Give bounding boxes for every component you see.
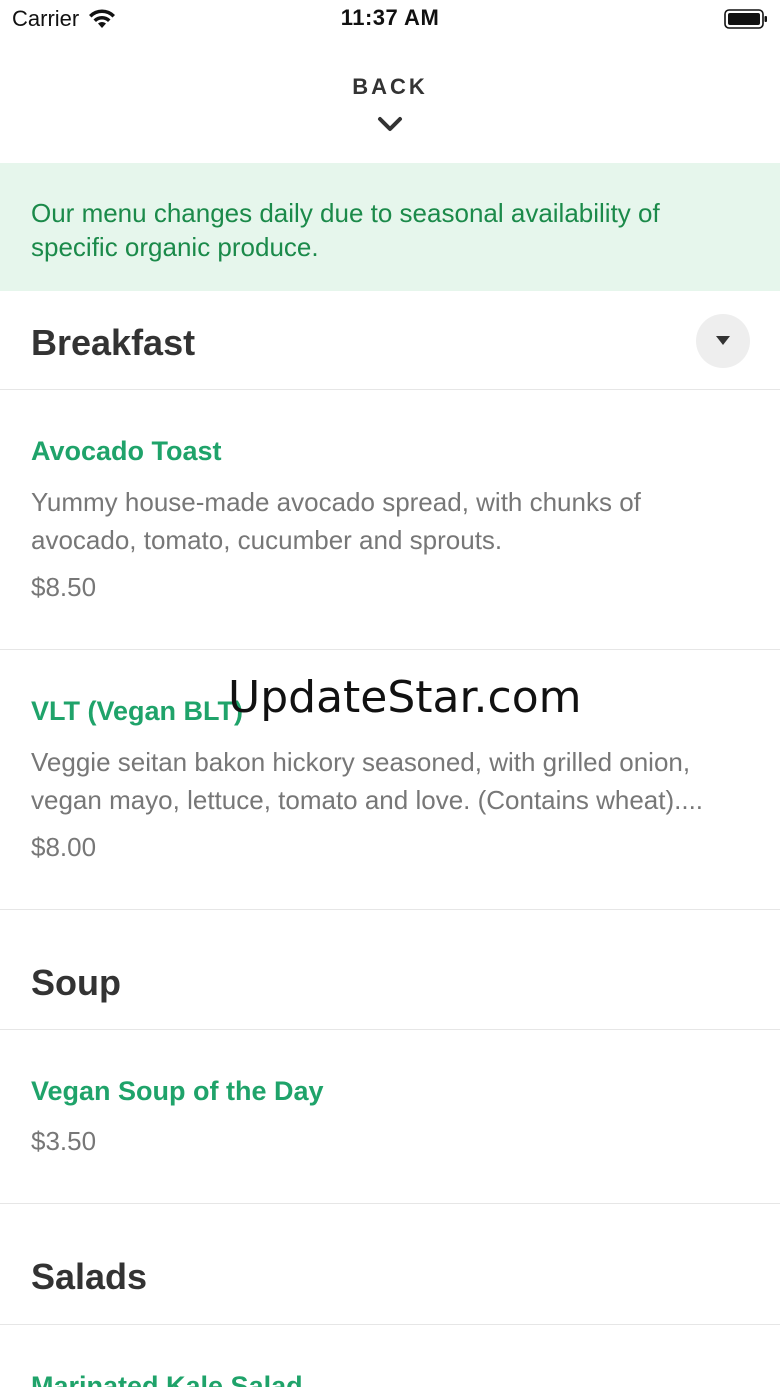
notice-text: Our menu changes daily due to seasonal a…: [31, 198, 660, 262]
item-description: Yummy house-made avocado spread, with ch…: [31, 487, 641, 555]
item-name: VLT (Vegan BLT): [31, 696, 243, 726]
section-header-salads[interactable]: Salads: [0, 1204, 780, 1325]
status-time: 11:37 AM: [340, 5, 440, 30]
item-name: Vegan Soup of the Day: [31, 1076, 324, 1106]
status-bar: Carrier 11:37 AM: [0, 0, 780, 40]
section-header-breakfast[interactable]: Breakfast: [0, 292, 780, 390]
watermark-text: UpdateStar.com: [228, 672, 582, 723]
section-title: Soup: [31, 962, 121, 1003]
section-title: Breakfast: [31, 322, 196, 363]
chevron-down-icon: [378, 117, 402, 131]
menu-item[interactable]: Marinated Kale Salad: [0, 1325, 780, 1387]
back-label: BACK: [352, 74, 428, 99]
item-price: $8.50: [31, 572, 97, 602]
menu-notice: Our menu changes daily due to seasonal a…: [0, 163, 780, 291]
item-price: $8.00: [31, 832, 97, 862]
menu-item[interactable]: Avocado Toast Yummy house-made avocado s…: [0, 390, 780, 650]
section-header-soup[interactable]: Soup: [0, 910, 780, 1030]
collapse-toggle-button[interactable]: [696, 314, 750, 368]
item-name: Avocado Toast: [31, 436, 222, 466]
item-description: Veggie seitan bakon hickory seasoned, wi…: [31, 747, 704, 815]
back-button[interactable]: BACK: [0, 40, 780, 162]
menu-item[interactable]: Vegan Soup of the Day $3.50: [0, 1030, 780, 1204]
item-price: $3.50: [31, 1126, 97, 1156]
item-name: Marinated Kale Salad: [31, 1371, 303, 1387]
section-title: Salads: [31, 1256, 148, 1297]
caret-down-icon: [716, 336, 730, 345]
battery-icon: [724, 9, 767, 29]
